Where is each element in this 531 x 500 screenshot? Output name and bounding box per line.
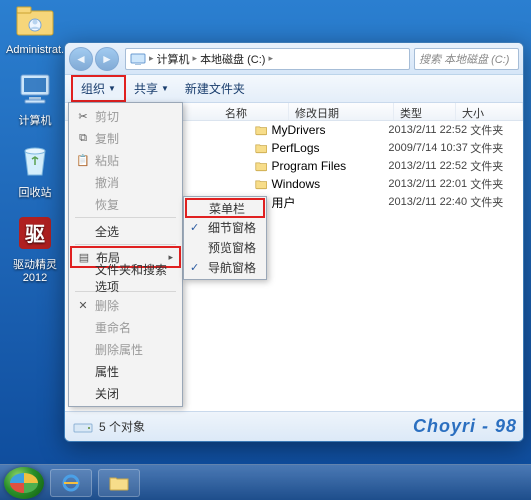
file-row[interactable]: PerfLogs 2009/7/14 10:37 文件夹: [249, 139, 523, 157]
computer-icon: [14, 68, 56, 110]
menu-undo[interactable]: 撤消: [71, 171, 180, 193]
file-row[interactable]: Program Files 2013/2/11 22:52 文件夹: [249, 157, 523, 175]
breadcrumb[interactable]: ▸ 计算机 ▸ 本地磁盘 (C:) ▸: [125, 48, 410, 70]
breadcrumb-drive[interactable]: 本地磁盘 (C:): [200, 51, 265, 67]
check-icon: ✓: [190, 221, 199, 234]
share-button[interactable]: 共享 ▼: [126, 77, 177, 100]
col-size[interactable]: 大小: [456, 103, 523, 120]
file-row[interactable]: Windows 2013/2/11 22:01 文件夹: [249, 175, 523, 193]
layout-icon: ▤: [76, 251, 92, 264]
folder-icon: [255, 140, 267, 156]
folder-icon: [255, 158, 267, 174]
recycle-bin-icon: [14, 140, 56, 182]
menu-delete[interactable]: ✕删除: [71, 294, 180, 316]
drive-icon: [73, 419, 93, 435]
submenu-menubar[interactable]: 菜单栏: [185, 198, 265, 218]
submenu-details-pane[interactable]: ✓细节窗格: [186, 217, 264, 237]
menu-folder-options[interactable]: 文件夹和搜索选项: [71, 267, 180, 289]
driver-app-icon: 驱: [14, 212, 56, 254]
desktop-icon-label: 回收站: [6, 184, 64, 200]
desktop-icon-label: Administrat...: [6, 44, 64, 56]
delete-icon: ✕: [75, 299, 91, 312]
folder-icon: [255, 122, 267, 138]
submenu-preview-pane[interactable]: 预览窗格: [186, 237, 264, 257]
menu-remove-props[interactable]: 删除属性: [71, 338, 180, 360]
new-folder-button[interactable]: 新建文件夹: [177, 77, 253, 100]
search-placeholder: 搜索 本地磁盘 (C:): [419, 51, 509, 67]
submenu-navigation-pane[interactable]: ✓导航窗格: [186, 257, 264, 277]
desktop-icon-driver[interactable]: 驱 驱动精灵 2012: [6, 212, 64, 284]
taskbar-explorer[interactable]: [98, 469, 140, 497]
computer-icon: [130, 52, 146, 66]
chevron-down-icon: ▼: [161, 84, 169, 93]
status-bar: 5 个对象 Choyri - 98: [65, 411, 523, 441]
file-row[interactable]: 用户 2013/2/11 22:40 文件夹: [249, 193, 523, 211]
menu-copy[interactable]: ⧉复制: [71, 127, 180, 149]
file-list: MyDrivers 2013/2/11 22:52 文件夹 PerfLogs 2…: [249, 121, 523, 211]
forward-button[interactable]: ►: [95, 47, 119, 71]
desktop-icon-label: 计算机: [6, 112, 64, 128]
check-icon: ✓: [190, 261, 199, 274]
navbar: ◄ ► ▸ 计算机 ▸ 本地磁盘 (C:) ▸ 搜索 本地磁盘 (C:): [65, 43, 523, 75]
start-button[interactable]: [4, 467, 44, 499]
cut-icon: ✂: [75, 110, 91, 123]
desktop-icon-admin[interactable]: Administrat...: [6, 0, 64, 56]
menu-paste[interactable]: 📋粘贴: [71, 149, 180, 171]
desktop-icon-computer[interactable]: 计算机: [6, 68, 64, 128]
toolbar: 组织 ▼ 共享 ▼ 新建文件夹: [65, 75, 523, 103]
user-folder-icon: [14, 0, 56, 42]
back-button[interactable]: ◄: [69, 47, 93, 71]
col-date[interactable]: 修改日期: [289, 103, 394, 120]
svg-text:驱: 驱: [25, 223, 45, 246]
paste-icon: 📋: [75, 154, 91, 167]
menu-close[interactable]: 关闭: [71, 382, 180, 404]
watermark: Choyri - 98: [413, 416, 517, 437]
search-input[interactable]: 搜索 本地磁盘 (C:): [414, 48, 519, 70]
col-type[interactable]: 类型: [394, 103, 456, 120]
breadcrumb-computer[interactable]: 计算机: [157, 51, 190, 67]
taskbar-ie[interactable]: [50, 469, 92, 497]
organize-button[interactable]: 组织 ▼: [71, 75, 126, 102]
menu-redo[interactable]: 恢复: [71, 193, 180, 215]
status-text: 5 个对象: [99, 418, 145, 435]
folder-icon: [255, 176, 267, 192]
desktop-icon-recycle[interactable]: 回收站: [6, 140, 64, 200]
menu-cut[interactable]: ✂剪切: [71, 105, 180, 127]
folder-icon: [109, 475, 129, 491]
layout-submenu: 菜单栏 ✓细节窗格 预览窗格 ✓导航窗格: [183, 196, 267, 280]
menu-properties[interactable]: 属性: [71, 360, 180, 382]
copy-icon: ⧉: [75, 132, 91, 145]
organize-dropdown: ✂剪切 ⧉复制 📋粘贴 撤消 恢复 全选 ▤布局▸ 文件夹和搜索选项 ✕删除 重…: [68, 102, 183, 407]
chevron-down-icon: ▼: [108, 84, 116, 93]
menu-selectall[interactable]: 全选: [71, 220, 180, 242]
file-row[interactable]: MyDrivers 2013/2/11 22:52 文件夹: [249, 121, 523, 139]
desktop-icon-label: 驱动精灵 2012: [6, 256, 64, 284]
taskbar: [0, 464, 531, 500]
menu-rename[interactable]: 重命名: [71, 316, 180, 338]
ie-icon: [61, 473, 81, 493]
